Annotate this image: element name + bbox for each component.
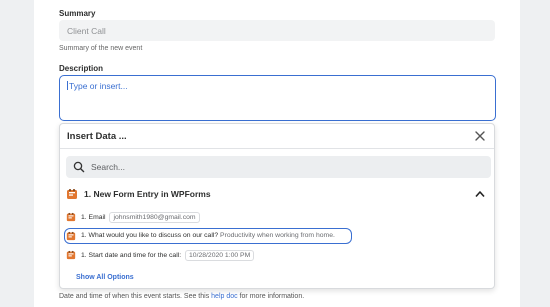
item-value: Productivity when working from home. xyxy=(220,232,335,239)
wpforms-icon xyxy=(67,189,77,199)
chevron-up-icon[interactable] xyxy=(475,190,485,198)
item-label: 1. Start date and time for the call: xyxy=(81,252,182,259)
close-icon[interactable] xyxy=(473,129,487,143)
item-label: 1. What would you like to discuss on our… xyxy=(81,232,219,239)
item-label: 1. Email xyxy=(81,214,106,221)
description-label: Description xyxy=(59,64,104,73)
insert-data-dropdown: Insert Data ... Search... 1. New Form En… xyxy=(59,123,495,289)
show-all-options-link[interactable]: Show All Options xyxy=(76,274,134,281)
description-input[interactable]: Type or insert... xyxy=(59,75,496,121)
search-icon xyxy=(73,161,85,173)
hint-prefix: Date and time of when this event starts.… xyxy=(59,293,210,300)
insert-data-header: Insert Data ... xyxy=(60,124,494,149)
hint-suffix: for more information. xyxy=(239,293,305,300)
text-caret xyxy=(67,81,68,90)
start-date-hint: Date and time of when this event starts.… xyxy=(59,293,304,300)
insert-data-title: Insert Data ... xyxy=(67,131,127,142)
summary-hint: Summary of the new event xyxy=(59,45,143,52)
list-item[interactable]: 1. What would you like to discuss on our… xyxy=(81,232,335,239)
description-placeholder: Type or insert... xyxy=(69,81,128,91)
summary-input[interactable]: Client Call xyxy=(59,20,495,41)
summary-label: Summary xyxy=(59,9,96,18)
wpforms-icon xyxy=(66,212,76,222)
item-value: johnsmith1980@gmail.com xyxy=(109,212,200,223)
list-item[interactable]: 1. Email johnsmith1980@gmail.com xyxy=(81,212,200,223)
wpforms-icon xyxy=(66,231,76,241)
item-value: 10/28/2020 1:00 PM xyxy=(185,250,255,261)
search-placeholder: Search... xyxy=(91,162,126,172)
list-item[interactable]: 1. Start date and time for the call: 10/… xyxy=(81,250,255,261)
help-doc-link[interactable]: help doc xyxy=(211,293,237,300)
search-input[interactable]: Search... xyxy=(66,156,491,178)
wpforms-section-title[interactable]: 1. New Form Entry in WPForms xyxy=(84,189,211,199)
wpforms-icon xyxy=(66,250,76,260)
